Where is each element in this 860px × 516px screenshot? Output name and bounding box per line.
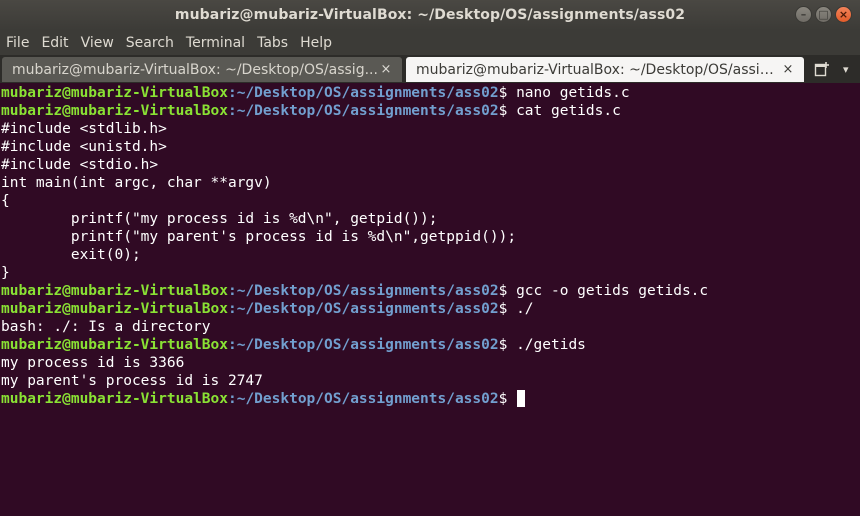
prompt-user: mubariz@mubariz-VirtualBox <box>1 391 228 407</box>
prompt-user: mubariz@mubariz-VirtualBox <box>1 283 228 299</box>
terminal-line: { <box>1 192 859 210</box>
output-text: exit(0); <box>1 247 141 263</box>
window-controls: – □ × <box>795 6 852 23</box>
menu-view[interactable]: View <box>75 35 120 51</box>
menu-terminal[interactable]: Terminal <box>180 35 251 51</box>
tab-bar: mubariz@mubariz-VirtualBox: ~/Desktop/OS… <box>0 55 860 83</box>
terminal-line: bash: ./: Is a directory <box>1 318 859 336</box>
prompt-path: :~/Desktop/OS/assignments/ass02 <box>227 391 499 407</box>
terminal-line: mubariz@mubariz-VirtualBox:~/Desktop/OS/… <box>1 336 859 354</box>
command-text: nano getids.c <box>516 85 630 101</box>
tabs-menu-chevron-down-icon[interactable]: ▾ <box>843 63 849 76</box>
prompt-symbol: $ <box>498 337 517 353</box>
tab-1[interactable]: mubariz@mubariz-VirtualBox: ~/Desktop/OS… <box>2 57 402 82</box>
tab-close-icon[interactable]: × <box>780 62 796 77</box>
terminal-line: mubariz@mubariz-VirtualBox:~/Desktop/OS/… <box>1 282 859 300</box>
title-bar[interactable]: mubariz@mubariz-VirtualBox: ~/Desktop/OS… <box>0 0 860 30</box>
output-text: printf("my parent's process id is %d\n",… <box>1 229 517 245</box>
terminal-line: mubariz@mubariz-VirtualBox:~/Desktop/OS/… <box>1 102 859 120</box>
output-text: #include <stdio.h> <box>1 157 159 173</box>
prompt-symbol: $ <box>498 391 517 407</box>
menu-tabs[interactable]: Tabs <box>251 35 294 51</box>
tab-2[interactable]: mubariz@mubariz-VirtualBox: ~/Desktop/OS… <box>406 57 804 82</box>
minimize-button[interactable]: – <box>795 6 812 23</box>
terminal-line: #include <stdlib.h> <box>1 120 859 138</box>
prompt-user: mubariz@mubariz-VirtualBox <box>1 337 228 353</box>
terminal-output[interactable]: mubariz@mubariz-VirtualBox:~/Desktop/OS/… <box>1 84 859 516</box>
terminal-line: printf("my parent's process id is %d\n",… <box>1 228 859 246</box>
prompt-path: :~/Desktop/OS/assignments/ass02 <box>227 103 499 119</box>
output-text: int main(int argc, char **argv) <box>1 175 272 191</box>
output-text: bash: ./: Is a directory <box>1 319 211 335</box>
text-cursor <box>517 390 526 407</box>
menu-help[interactable]: Help <box>294 35 338 51</box>
prompt-path: :~/Desktop/OS/assignments/ass02 <box>227 301 499 317</box>
tab-label: mubariz@mubariz-VirtualBox: ~/Desktop/OS… <box>12 61 378 78</box>
tab-close-icon[interactable]: × <box>378 62 394 77</box>
menu-edit[interactable]: Edit <box>35 35 74 51</box>
output-text: my process id is 3366 <box>1 355 185 371</box>
terminal-line: mubariz@mubariz-VirtualBox:~/Desktop/OS/… <box>1 300 859 318</box>
terminal-line: #include <stdio.h> <box>1 156 859 174</box>
command-text: gcc -o getids getids.c <box>516 283 709 299</box>
command-text: ./getids <box>516 337 586 353</box>
command-text: ./ <box>516 301 534 317</box>
close-button[interactable]: × <box>835 6 852 23</box>
menu-search[interactable]: Search <box>120 35 180 51</box>
menu-bar: File Edit View Search Terminal Tabs Help <box>0 30 860 55</box>
terminal-line: my process id is 3366 <box>1 354 859 372</box>
menu-file[interactable]: File <box>0 35 35 51</box>
output-text: #include <unistd.h> <box>1 139 167 155</box>
output-text: { <box>1 193 10 209</box>
output-text: } <box>1 265 10 281</box>
terminal-line: #include <unistd.h> <box>1 138 859 156</box>
terminal-line: mubariz@mubariz-VirtualBox:~/Desktop/OS/… <box>1 390 859 408</box>
prompt-symbol: $ <box>498 301 517 317</box>
prompt-user: mubariz@mubariz-VirtualBox <box>1 301 228 317</box>
terminal-line: } <box>1 264 859 282</box>
prompt-path: :~/Desktop/OS/assignments/ass02 <box>227 337 499 353</box>
prompt-symbol: $ <box>498 283 517 299</box>
prompt-symbol: $ <box>498 103 517 119</box>
command-text: cat getids.c <box>516 103 621 119</box>
prompt-symbol: $ <box>498 85 517 101</box>
output-text: printf("my process id is %d\n", getpid()… <box>1 211 438 227</box>
terminal-line: printf("my process id is %d\n", getpid()… <box>1 210 859 228</box>
prompt-user: mubariz@mubariz-VirtualBox <box>1 103 228 119</box>
tab-label: mubariz@mubariz-VirtualBox: ~/Desktop/OS… <box>416 61 780 78</box>
new-tab-icon[interactable] <box>814 61 830 77</box>
terminal-window: mubariz@mubariz-VirtualBox: ~/Desktop/OS… <box>0 0 860 516</box>
terminal-line: int main(int argc, char **argv) <box>1 174 859 192</box>
terminal-line: mubariz@mubariz-VirtualBox:~/Desktop/OS/… <box>1 84 859 102</box>
terminal-line: my parent's process id is 2747 <box>1 372 859 390</box>
window-title: mubariz@mubariz-VirtualBox: ~/Desktop/OS… <box>174 7 686 23</box>
terminal-line: exit(0); <box>1 246 859 264</box>
prompt-user: mubariz@mubariz-VirtualBox <box>1 85 228 101</box>
output-text: my parent's process id is 2747 <box>1 373 263 389</box>
maximize-button[interactable]: □ <box>815 6 832 23</box>
prompt-path: :~/Desktop/OS/assignments/ass02 <box>227 85 499 101</box>
prompt-path: :~/Desktop/OS/assignments/ass02 <box>227 283 499 299</box>
output-text: #include <stdlib.h> <box>1 121 167 137</box>
